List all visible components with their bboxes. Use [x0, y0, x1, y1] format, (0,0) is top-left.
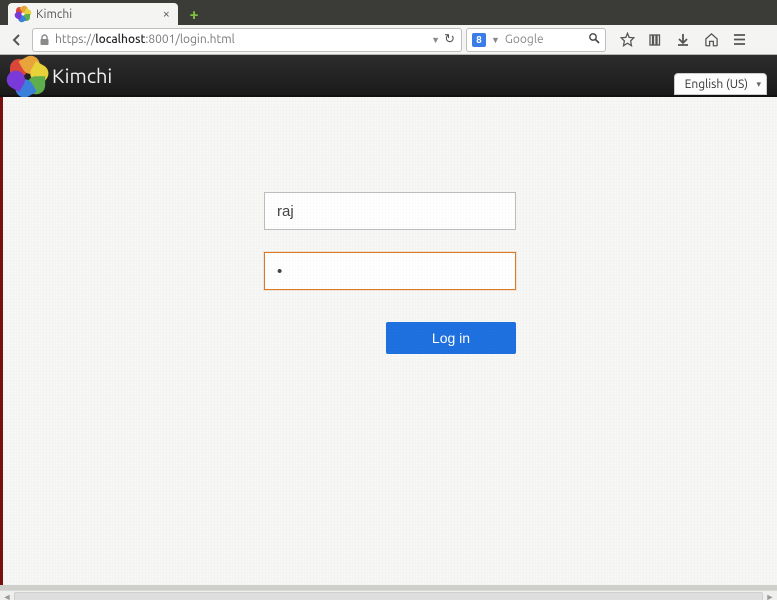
tab-title: Kimchi — [36, 8, 72, 21]
lock-icon — [39, 34, 50, 46]
username-input[interactable] — [264, 192, 516, 230]
password-input[interactable] — [264, 252, 516, 290]
back-button[interactable] — [6, 29, 28, 51]
bookshelf-icon — [648, 33, 662, 47]
language-selector[interactable]: English (US) — [674, 73, 767, 95]
scroll-right-arrow-icon[interactable]: ► — [763, 591, 777, 600]
app-title: Kimchi — [52, 64, 112, 87]
browser-navbar: https://localhost:8001/login.html ▼ ↻ 8 … — [0, 25, 777, 55]
reload-icon[interactable]: ↻ — [444, 32, 455, 47]
home-button[interactable] — [698, 29, 724, 51]
hamburger-icon — [732, 32, 747, 47]
scroll-track[interactable] — [14, 592, 763, 600]
browser-tab[interactable]: Kimchi × — [8, 3, 178, 25]
hamburger-menu-button[interactable] — [726, 29, 752, 51]
google-g-icon: 8 — [472, 33, 486, 47]
tab-favicon-swirl-icon — [16, 7, 30, 21]
tab-close-icon[interactable]: × — [163, 7, 170, 21]
new-tab-button[interactable]: + — [184, 5, 204, 25]
search-icon[interactable] — [588, 32, 600, 47]
scroll-left-arrow-icon[interactable]: ◄ — [0, 591, 14, 600]
app-logo-swirl-icon — [10, 59, 42, 91]
app-header: Kimchi English (US) — [0, 55, 777, 97]
login-page: Log in — [0, 97, 777, 585]
horizontal-scrollbar[interactable]: ◄ ► — [0, 590, 777, 600]
home-icon — [704, 32, 719, 47]
search-engine-dropdown-icon[interactable]: ▼ — [491, 35, 500, 45]
star-icon — [620, 32, 635, 47]
search-box[interactable]: 8 ▼ Google — [466, 28, 606, 52]
language-label: English (US) — [685, 78, 748, 91]
url-dropdown-icon[interactable]: ▼ — [431, 35, 440, 45]
downloads-button[interactable] — [670, 29, 696, 51]
search-placeholder: Google — [505, 33, 544, 46]
bookmark-star-button[interactable] — [614, 29, 640, 51]
scroll-thumb[interactable] — [14, 592, 763, 600]
content-scroll-area[interactable]: Log in — [0, 97, 777, 590]
library-button[interactable] — [642, 29, 668, 51]
browser-tabstrip: Kimchi × + — [0, 0, 777, 25]
url-text: https://localhost:8001/login.html — [55, 33, 235, 46]
arrow-left-icon — [10, 33, 24, 47]
url-bar[interactable]: https://localhost:8001/login.html ▼ ↻ — [32, 28, 462, 52]
download-icon — [676, 33, 690, 47]
login-button[interactable]: Log in — [386, 322, 516, 354]
